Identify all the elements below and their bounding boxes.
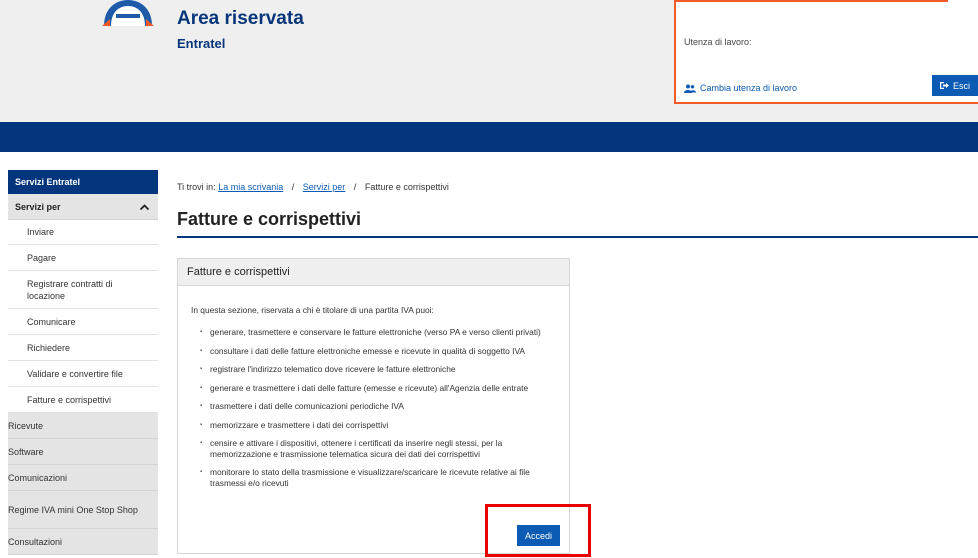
breadcrumb-prefix: Ti trovi in:	[177, 182, 216, 192]
sidebar-item-label: Registrare contratti di locazione	[27, 278, 113, 301]
highlight-annotation-box	[485, 504, 591, 557]
breadcrumb-current: Fatture e corrispettivi	[364, 182, 449, 192]
chevron-up-icon	[140, 203, 149, 210]
sidebar-item-regime-iva[interactable]: Regime IVA mini One Stop Shop	[8, 491, 158, 529]
cambia-utenza-label: Cambia utenza di lavoro	[700, 83, 798, 93]
sidebar-item-comunicazioni[interactable]: Comunicazioni	[8, 465, 158, 491]
sidebar-item-label: Pagare	[27, 252, 57, 263]
card-intro: In questa sezione, riservata a chi è tit…	[191, 305, 434, 315]
sidebar-head-servizi-entratel[interactable]: Servizi Entratel	[8, 170, 158, 194]
list-item: generare e trasmettere i dati delle fatt…	[200, 383, 560, 394]
list-item: monitorare lo stato della trasmissione e…	[200, 467, 560, 488]
brand-title: Area riservata	[177, 8, 304, 29]
esci-label: Esci	[952, 80, 970, 91]
card-feature-list: generare, trasmettere e conservare le fa…	[200, 327, 560, 496]
user-panel-top-border	[676, 0, 948, 2]
navigation-bar	[0, 122, 978, 152]
breadcrumb-separator: /	[353, 182, 357, 192]
sidebar-item-comunicare[interactable]: Comunicare	[8, 309, 158, 335]
breadcrumb-link-servizi-per[interactable]: Servizi per	[303, 182, 346, 192]
list-item: censire e attivare i dispositivi, ottene…	[200, 438, 560, 459]
list-item: trasmettere i dati delle comunicazioni p…	[200, 401, 560, 412]
sidebar-item-label: Fatture e corrispettivi	[27, 394, 112, 405]
sidebar-group-label: Servizi per	[15, 201, 61, 212]
sign-out-icon	[939, 82, 949, 89]
sidebar-item-label: Validare e convertire file	[27, 368, 123, 379]
sidebar-item-label: Inviare	[27, 227, 55, 237]
utenza-label: Utenza di lavoro:	[684, 37, 752, 47]
breadcrumb-link-scrivania[interactable]: La mia scrivania	[218, 182, 283, 192]
breadcrumb-separator: /	[291, 182, 295, 192]
sidebar-group-servizi-per[interactable]: Servizi per	[8, 194, 158, 220]
card-title: Fatture e corrispettivi	[178, 259, 569, 286]
brand-subtitle: Entratel	[177, 36, 226, 51]
agenzia-logo-icon	[102, 0, 154, 26]
page-title: Fatture e corrispettivi	[177, 209, 362, 229]
sidebar-item-pagare[interactable]: Pagare	[8, 245, 158, 271]
esci-button[interactable]: Esci	[932, 75, 978, 96]
sidebar-item-label: Consultazioni	[8, 536, 63, 547]
title-divider	[177, 236, 978, 238]
user-panel: Utenza di lavoro: Cambia utenza di lavor…	[674, 0, 978, 104]
sidebar-item-software[interactable]: Software	[8, 439, 158, 465]
sidebar-item-label: Comunicazioni	[8, 472, 68, 483]
sidebar: Servizi Entratel Servizi per Inviare Pag…	[8, 170, 158, 555]
cambia-utenza-link[interactable]: Cambia utenza di lavoro	[684, 83, 797, 93]
sidebar-item-consultazioni[interactable]: Consultazioni	[8, 529, 158, 555]
sidebar-item-label: Ricevute	[8, 420, 44, 431]
sidebar-item-label: Richiedere	[27, 342, 71, 353]
sidebar-item-inviare[interactable]: Inviare	[8, 220, 158, 245]
sidebar-item-label: Software	[8, 446, 44, 457]
sidebar-item-registrare-contratti[interactable]: Registrare contratti di locazione	[8, 271, 158, 309]
sidebar-item-richiedere[interactable]: Richiedere	[8, 335, 158, 361]
breadcrumb: Ti trovi in: La mia scrivania / Servizi …	[177, 182, 449, 192]
header: Area riservata Entratel Utenza di lavoro…	[0, 0, 978, 122]
list-item: consultare i dati delle fatture elettron…	[200, 346, 560, 357]
list-item: generare, trasmettere e conservare le fa…	[200, 327, 560, 338]
sidebar-item-label: Regime IVA mini One Stop Shop	[8, 504, 138, 515]
sidebar-item-ricevute[interactable]: Ricevute	[8, 413, 158, 439]
list-item: registrare l'indirizzo telematico dove r…	[200, 364, 560, 375]
users-icon	[684, 84, 696, 93]
sidebar-item-fatture-corrispettivi[interactable]: Fatture e corrispettivi	[8, 387, 158, 413]
sidebar-item-validare-convertire[interactable]: Validare e convertire file	[8, 361, 158, 387]
list-item: memorizzare e trasmettere i dati dei cor…	[200, 420, 560, 431]
sidebar-item-label: Comunicare	[27, 316, 76, 327]
